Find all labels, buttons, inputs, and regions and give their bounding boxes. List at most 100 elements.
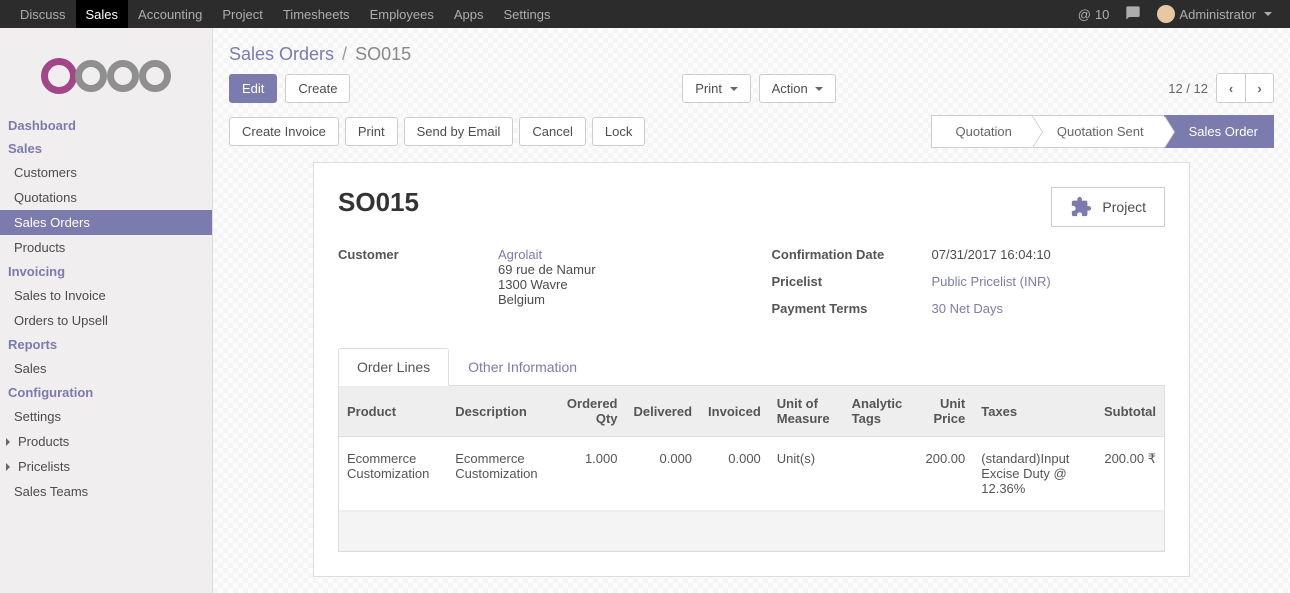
tab-order-lines[interactable]: Order Lines [338, 348, 449, 386]
chat-button[interactable] [1117, 5, 1149, 24]
breadcrumb-current: SO015 [355, 44, 411, 65]
chat-icon [1125, 5, 1141, 24]
sidebar-item-products-config[interactable]: Products [0, 429, 212, 454]
project-label: Project [1102, 199, 1146, 215]
col-ordered-qty: Ordered Qty [556, 386, 626, 437]
sidebar-header-dashboard[interactable]: Dashboard [0, 114, 212, 137]
nav-employees[interactable]: Employees [360, 0, 444, 29]
col-invoiced: Invoiced [700, 386, 769, 437]
cell-tags [844, 437, 915, 511]
lock-button[interactable]: Lock [592, 117, 645, 146]
col-subtotal: Subtotal [1096, 386, 1164, 437]
nav-project[interactable]: Project [212, 0, 272, 29]
status-bar: Quotation Quotation Sent Sales Order [932, 115, 1274, 148]
sidebar-header-configuration[interactable]: Configuration [0, 381, 212, 404]
tabs: Order Lines Other Information [338, 348, 1165, 386]
project-stat-button[interactable]: Project [1051, 187, 1165, 227]
caret-down-icon [1264, 12, 1272, 16]
nav-settings[interactable]: Settings [494, 0, 561, 29]
create-button[interactable]: Create [285, 74, 350, 103]
caret-right-icon [6, 438, 10, 446]
sidebar-item-orders-to-upsell[interactable]: Orders to Upsell [0, 308, 212, 333]
cell-qty: 1.000 [556, 437, 626, 511]
pager-prev-button[interactable]: ‹ [1217, 74, 1245, 102]
message-count: 10 [1095, 7, 1109, 22]
top-navbar: Discuss Sales Accounting Project Timeshe… [0, 0, 1290, 28]
cell-delivered: 0.000 [626, 437, 701, 511]
cell-uom: Unit(s) [769, 437, 844, 511]
cell-subtotal: 200.00 ₹ [1096, 437, 1164, 511]
table-row[interactable]: Ecommerce Customization Ecommerce Custom… [339, 437, 1164, 511]
sidebar: Dashboard Sales Customers Quotations Sal… [0, 28, 213, 593]
order-name: SO015 [338, 187, 419, 218]
nav-timesheets[interactable]: Timesheets [273, 0, 360, 29]
form-sheet: SO015 Project Customer Agrolait 69 rue d… [313, 162, 1190, 577]
cell-invoiced: 0.000 [700, 437, 769, 511]
sidebar-item-products[interactable]: Products [0, 235, 212, 260]
create-invoice-button[interactable]: Create Invoice [229, 117, 339, 146]
status-quotation[interactable]: Quotation [931, 115, 1033, 148]
status-quotation-sent[interactable]: Quotation Sent [1032, 115, 1165, 148]
nav-accounting[interactable]: Accounting [128, 0, 212, 29]
nav-discuss[interactable]: Discuss [10, 0, 76, 29]
control-bar: Edit Create Print Action 12 / 12 ‹ › [213, 73, 1290, 115]
customer-value: Agrolait 69 rue de Namur 1300 Wavre Belg… [498, 247, 732, 307]
caret-down-icon [815, 87, 823, 91]
sidebar-item-report-sales[interactable]: Sales [0, 356, 212, 381]
sidebar-item-sales-orders[interactable]: Sales Orders [0, 210, 212, 235]
cell-taxes: (standard)Input Excise Duty @ 12.36% [973, 437, 1096, 511]
user-label: Administrator [1179, 7, 1256, 22]
sidebar-item-quotations[interactable]: Quotations [0, 185, 212, 210]
pricelist-link[interactable]: Public Pricelist (INR) [932, 274, 1051, 289]
order-lines-table: Product Description Ordered Qty Delivere… [338, 386, 1165, 552]
col-product: Product [339, 386, 447, 437]
user-menu[interactable]: Administrator [1149, 5, 1280, 23]
customer-label: Customer [338, 247, 498, 262]
col-unit-price: Unit Price [915, 386, 974, 437]
avatar [1157, 5, 1175, 23]
action-bar: Create Invoice Print Send by Email Cance… [213, 115, 1290, 148]
action-dropdown[interactable]: Action [759, 74, 837, 103]
col-taxes: Taxes [973, 386, 1096, 437]
content-area: Sales Orders / SO015 Edit Create Print A… [213, 28, 1290, 593]
logo [0, 38, 212, 114]
cell-price: 200.00 [915, 437, 974, 511]
sidebar-item-sales-teams[interactable]: Sales Teams [0, 479, 212, 504]
pricelist-label: Pricelist [772, 274, 932, 289]
puzzle-icon [1070, 196, 1092, 218]
confirmation-date-value: 07/31/2017 16:04:10 [932, 247, 1166, 262]
at-icon [1078, 7, 1091, 22]
nav-sales[interactable]: Sales [76, 0, 129, 29]
confirmation-date-label: Confirmation Date [772, 247, 932, 262]
status-sales-order[interactable]: Sales Order [1164, 115, 1274, 148]
pager-next-button[interactable]: › [1245, 74, 1273, 102]
sidebar-item-settings[interactable]: Settings [0, 404, 212, 429]
edit-button[interactable]: Edit [229, 74, 277, 103]
customer-link[interactable]: Agrolait [498, 247, 542, 262]
col-description: Description [447, 386, 555, 437]
payment-terms-link[interactable]: 30 Net Days [932, 301, 1004, 316]
cell-description: Ecommerce Customization [447, 437, 555, 511]
print-dropdown[interactable]: Print [682, 74, 750, 103]
caret-right-icon [6, 463, 10, 471]
tab-other-info[interactable]: Other Information [449, 348, 596, 385]
sidebar-header-sales[interactable]: Sales [0, 137, 212, 160]
table-footer-gap [339, 511, 1164, 551]
breadcrumb-parent[interactable]: Sales Orders [229, 44, 334, 65]
print-button[interactable]: Print [345, 117, 398, 146]
sidebar-header-invoicing[interactable]: Invoicing [0, 260, 212, 283]
breadcrumb-sep: / [342, 44, 347, 65]
col-uom: Unit of Measure [769, 386, 844, 437]
sidebar-item-sales-to-invoice[interactable]: Sales to Invoice [0, 283, 212, 308]
send-email-button[interactable]: Send by Email [404, 117, 514, 146]
sidebar-item-customers[interactable]: Customers [0, 160, 212, 185]
sidebar-header-reports[interactable]: Reports [0, 333, 212, 356]
sidebar-item-pricelists[interactable]: Pricelists [0, 454, 212, 479]
nav-apps[interactable]: Apps [444, 0, 494, 29]
col-tags: Analytic Tags [844, 386, 915, 437]
messages-indicator[interactable]: 10 [1070, 7, 1118, 22]
col-delivered: Delivered [626, 386, 701, 437]
payment-terms-label: Payment Terms [772, 301, 932, 316]
breadcrumb: Sales Orders / SO015 [213, 28, 1290, 73]
cancel-button[interactable]: Cancel [519, 117, 585, 146]
